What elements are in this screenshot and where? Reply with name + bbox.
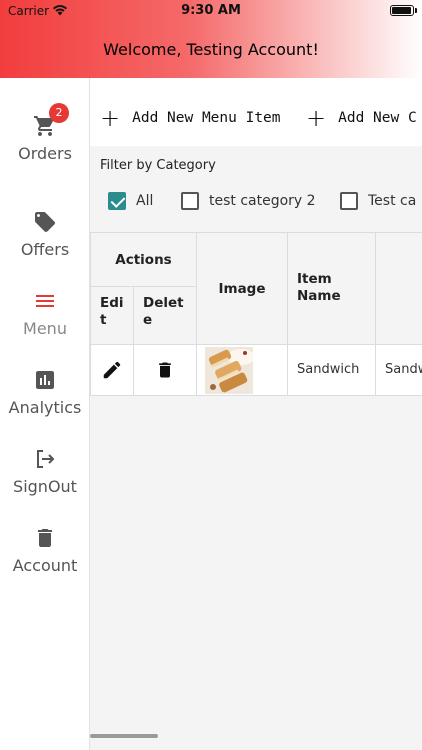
welcome-title: Welcome, Testing Account! xyxy=(103,40,319,59)
add-category-label: Add New C xyxy=(338,110,417,126)
checkbox-empty-icon xyxy=(340,192,358,210)
pencil-icon[interactable] xyxy=(101,359,123,381)
category-filter: Filter by Category All test category 2 T… xyxy=(90,146,422,232)
table-row-item-name: Sandwich xyxy=(288,345,376,396)
filter-option-label: All xyxy=(136,193,154,209)
status-bar: Carrier 9:30 AM xyxy=(0,0,422,24)
plus-icon: + xyxy=(306,104,327,132)
sidebar-item-signout[interactable]: SignOut xyxy=(0,441,90,513)
table-row-edit-cell xyxy=(90,345,134,396)
menu-items-table: Actions Edi t Delet e Image Item Name Sa… xyxy=(90,232,422,396)
delete-header: Delet e xyxy=(134,287,197,345)
edit-header: Edi t xyxy=(90,287,134,345)
filter-option-label: test category 2 xyxy=(209,193,316,209)
sidebar-item-label: Analytics xyxy=(8,398,82,417)
next-column-header xyxy=(376,232,422,345)
sidebar-item-label: Menu xyxy=(23,319,67,338)
sidebar-item-label: SignOut xyxy=(13,477,77,496)
checkbox-checked-icon xyxy=(108,192,126,210)
sidebar-item-label: Orders xyxy=(18,144,72,163)
tag-icon xyxy=(35,212,55,232)
checkbox-empty-icon xyxy=(181,192,199,210)
add-menu-item-button[interactable]: + Add New Menu Item xyxy=(100,106,281,130)
filter-title: Filter by Category xyxy=(100,158,216,173)
item-name-header: Item Name xyxy=(288,232,376,345)
bar-chart-icon xyxy=(36,371,54,389)
sidebar-item-orders[interactable]: 2 Orders xyxy=(0,103,90,180)
filter-checkbox-test-category[interactable]: Test ca xyxy=(340,192,416,210)
sidebar-item-label: Offers xyxy=(20,240,70,259)
image-header-label: Image xyxy=(218,280,266,297)
table-row-image-cell xyxy=(197,345,288,396)
battery-tip xyxy=(415,8,417,13)
plus-icon: + xyxy=(100,104,121,132)
sidebar-item-offers[interactable]: Offers xyxy=(0,204,90,276)
sidebar-item-label: Account xyxy=(12,556,78,575)
sidebar: 2 Orders Offers Menu Analytics SignOut A… xyxy=(0,78,90,750)
actions-header: Actions xyxy=(90,232,197,287)
add-category-button[interactable]: + Add New C xyxy=(306,106,417,130)
trash-icon xyxy=(38,529,52,547)
table-row-delete-cell xyxy=(134,345,197,396)
app-header: Carrier 9:30 AM Welcome, Testing Account… xyxy=(0,0,422,78)
sidebar-item-menu[interactable]: Menu xyxy=(0,283,90,355)
table-row-next-cell: Sandw xyxy=(376,345,422,396)
filter-checkbox-all[interactable]: All xyxy=(108,192,153,210)
main-content: + Add New Menu Item + Add New C Filter b… xyxy=(90,78,422,750)
filter-option-label: Test ca xyxy=(368,193,417,209)
image-header: Image xyxy=(197,232,288,345)
add-menu-item-label: Add New Menu Item xyxy=(132,110,281,126)
sidebar-item-account[interactable]: Account xyxy=(0,520,90,592)
trash-icon[interactable] xyxy=(155,359,175,381)
sidebar-item-analytics[interactable]: Analytics xyxy=(0,362,90,434)
horizontal-scrollbar[interactable] xyxy=(90,734,158,738)
filter-checkbox-test-category-2[interactable]: test category 2 xyxy=(181,192,316,210)
sandwich-thumbnail xyxy=(205,347,255,394)
battery-icon xyxy=(390,5,414,16)
clock: 9:30 AM xyxy=(181,3,241,18)
sign-out-icon xyxy=(37,450,55,468)
actions-header-label: Actions xyxy=(115,251,172,268)
orders-count-badge: 2 xyxy=(49,103,69,123)
menu-icon xyxy=(36,295,54,307)
